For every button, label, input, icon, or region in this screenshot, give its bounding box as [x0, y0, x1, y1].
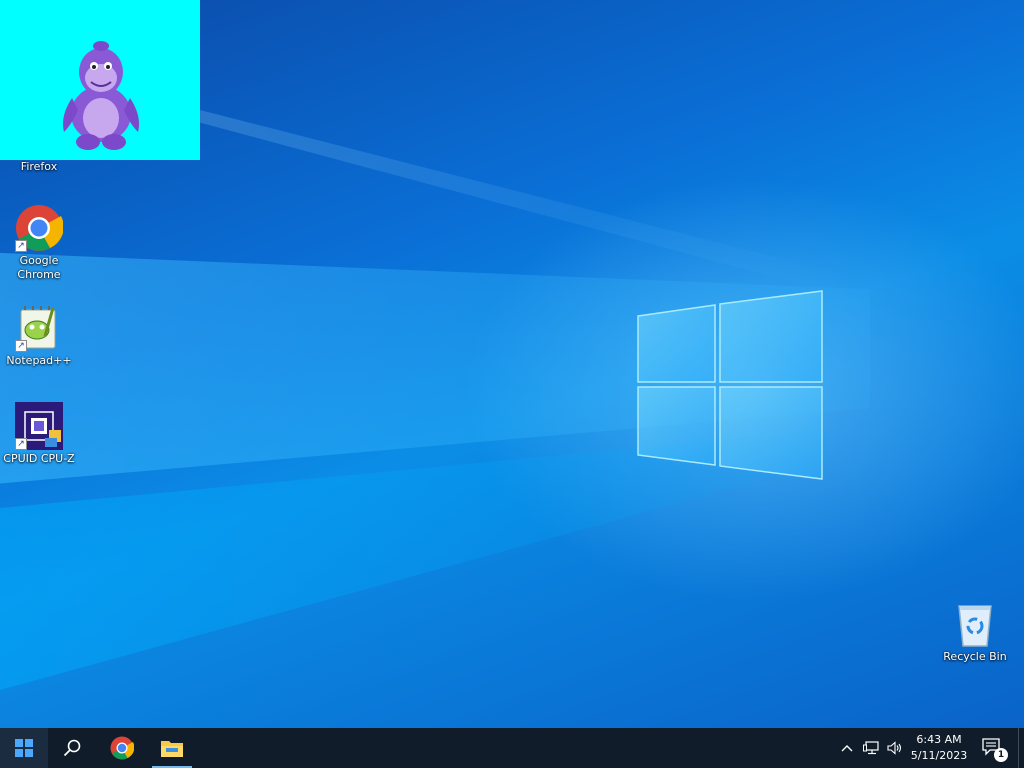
desktop-icon-notepadpp[interactable]: ↗ Notepad++	[1, 304, 77, 368]
shortcut-arrow-icon: ↗	[15, 240, 27, 252]
volume-button[interactable]	[884, 728, 906, 768]
clock-date: 5/11/2023	[910, 749, 968, 762]
desktop-icon-label: Google Chrome	[17, 254, 61, 281]
desktop-icon-recycle-bin[interactable]: Recycle Bin	[937, 600, 1013, 664]
notepadpp-icon: ↗	[15, 304, 63, 352]
desktop-icon-label: Notepad++	[6, 354, 72, 367]
clock-button[interactable]: 6:43 AM 5/11/2023	[908, 728, 970, 768]
purple-gorilla-icon	[63, 41, 139, 150]
desktop-icon-label: CPUID CPU-Z	[3, 452, 75, 465]
notification-count-badge: 1	[994, 748, 1008, 762]
start-button[interactable]	[0, 728, 48, 768]
search-button[interactable]	[48, 728, 96, 768]
desktop-icon-label: Recycle Bin	[943, 650, 1007, 663]
chevron-up-icon	[841, 745, 853, 752]
search-icon	[63, 739, 81, 757]
volume-icon	[887, 741, 902, 755]
show-desktop-button[interactable]	[1018, 728, 1024, 768]
chrome-icon: ↗	[15, 204, 64, 252]
desktop-icon-label: Firefox	[20, 160, 58, 173]
desktop-icon-cpuid-cpuz[interactable]: ↗ CPUID CPU-Z	[1, 402, 77, 466]
file-explorer-icon	[161, 741, 183, 757]
action-center-button[interactable]: 1	[978, 728, 1008, 768]
shortcut-arrow-icon: ↗	[15, 340, 27, 352]
windows-logo-wallpaper	[637, 290, 823, 480]
desktop-icon-google-chrome[interactable]: ↗ Google Chrome	[1, 204, 77, 282]
show-hidden-icons-button[interactable]	[836, 728, 858, 768]
taskbar: 6:43 AM 5/11/2023 1	[0, 728, 1024, 768]
windows-start-icon	[15, 739, 33, 757]
network-icon	[863, 741, 879, 755]
desktop-wallpaper: Firefox ↗ Google Chrome ↗ Notepad++ ↗ CP…	[0, 0, 1024, 728]
recycle-bin-icon	[951, 600, 999, 648]
network-button[interactable]	[860, 728, 882, 768]
taskbar-chrome-button[interactable]	[98, 728, 146, 768]
notification-count: 1	[997, 750, 1005, 760]
cyan-overlay-window[interactable]	[0, 0, 200, 160]
chrome-icon	[110, 736, 134, 760]
clock-time: 6:43 AM	[916, 733, 962, 746]
shortcut-arrow-icon: ↗	[15, 438, 27, 450]
taskbar-file-explorer-button[interactable]	[148, 728, 196, 768]
cpuz-icon: ↗	[15, 402, 63, 450]
